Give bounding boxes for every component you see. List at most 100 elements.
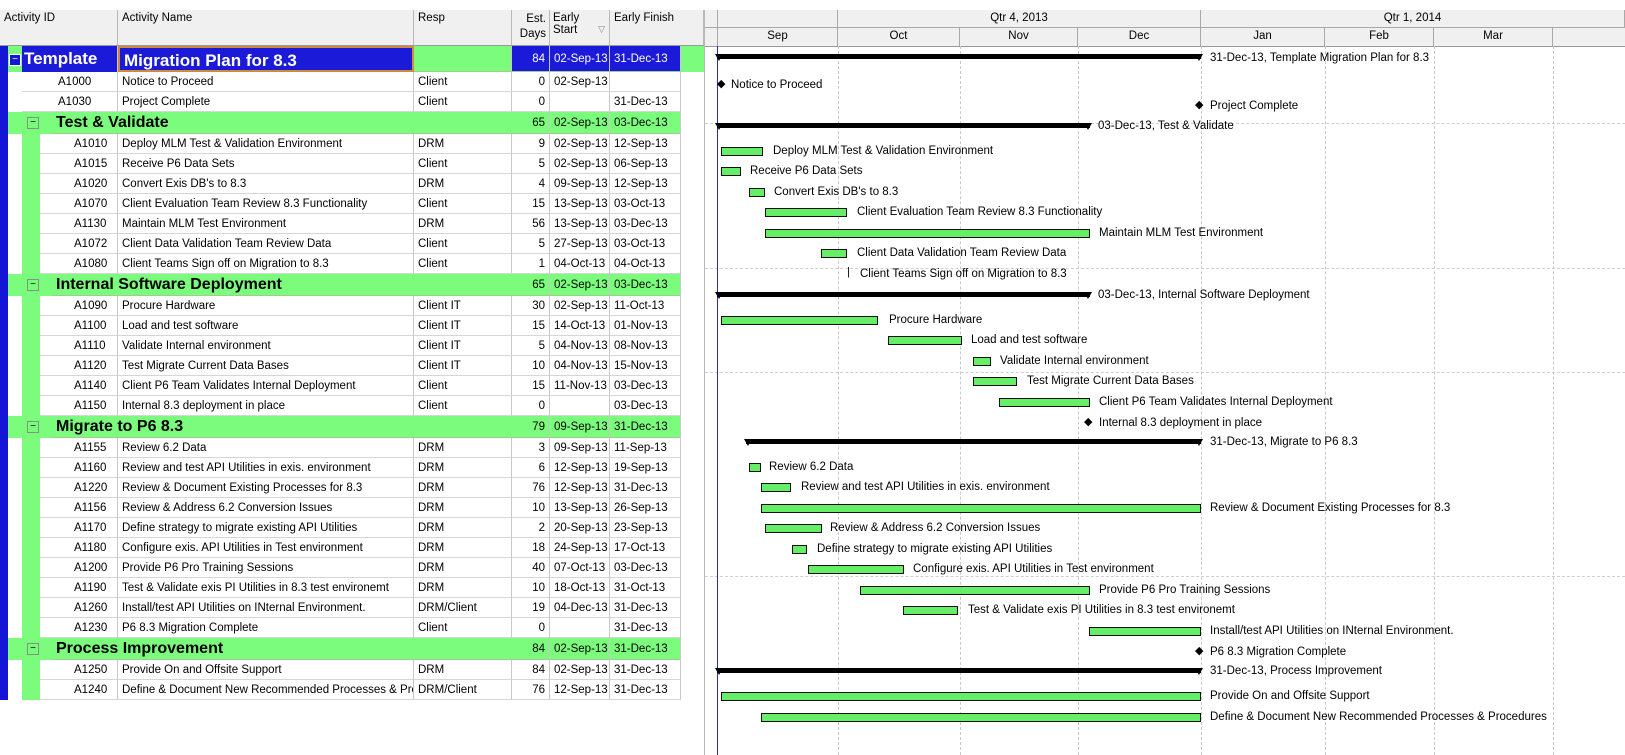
gridline-mar [1434,46,1435,755]
milestone-diamond-icon[interactable]: ◆ [717,78,725,90]
bar-a1160[interactable] [761,483,791,492]
summary-bar-process[interactable] [717,668,1201,673]
col-header-est-days[interactable]: Est. Days [512,10,550,46]
wbs-group-row[interactable]: − Process Improvement 84 02-Sep-13 31-Dec-13 [0,638,704,660]
table-row[interactable]: A1000 Notice to Proceed Client 0 02-Sep-13 [0,72,704,92]
bar-a1260[interactable] [1089,627,1201,636]
collapse-icon[interactable]: − [27,643,39,655]
row-accent-bar [0,638,8,660]
bar-a1100[interactable] [888,336,962,345]
table-row[interactable]: A1110 Validate Internal environment Client… [0,336,704,356]
activity-name: Test & Validate exis PI Utilities in 8.3… [118,578,414,598]
bar-a1015[interactable] [721,167,741,176]
gantt-chart[interactable]: Qtr 4, 2013 Qtr 1, 2014 Sep Oct Nov Dec … [705,10,1625,755]
bar-a1170[interactable] [792,545,807,554]
table-row[interactable]: A1170 Define strategy to migrate existing… [0,518,704,538]
bar-a1020[interactable] [749,188,765,197]
activity-days: 76 [512,478,550,498]
table-row[interactable]: A1072 Client Data Validation Team Review … [0,234,704,254]
row-accent-bar [0,478,8,498]
table-row[interactable]: A1030 Project Complete Client 0 31-Dec-13 [0,92,704,112]
milestone-diamond-icon[interactable]: ◆ [1195,99,1203,111]
bar-a1156[interactable] [765,524,822,533]
wbs-indent-band [22,134,40,154]
summary-bar-test-validate[interactable] [717,123,1090,128]
table-row[interactable]: A1015 Receive P6 Data Sets Client 5 02-Sep-1… [0,154,704,174]
table-row[interactable]: A1150 Internal 8.3 deployment in place Cli… [0,396,704,416]
bar-a1070[interactable] [765,208,847,217]
project-row[interactable]: − Template Migration Plan for 8.3 84 02-Sep-… [0,46,704,72]
milestone-diamond-icon[interactable]: ◆ [1084,416,1092,428]
activity-table[interactable]: Activity ID Activity Name Resp Est. Days … [0,10,705,755]
col-header-activity-name[interactable]: Activity Name [118,10,414,46]
bar-a1090[interactable] [721,316,878,325]
table-row[interactable]: A1090 Procure Hardware Client IT 30 02-Sep-1… [0,296,704,316]
bar-a1250[interactable] [721,692,1201,701]
activity-finish [610,72,681,92]
table-row[interactable]: A1120 Test Migrate Current Data Bases Clie… [0,356,704,376]
bar-a1220[interactable] [761,504,1201,513]
project-resp [414,46,512,72]
bar-a1140[interactable] [999,398,1090,407]
table-row[interactable]: A1070 Client Evaluation Team Review 8.3 F… [0,194,704,214]
bar-a1080[interactable]: | [847,266,850,278]
table-row[interactable]: A1180 Configure exis. API Utilities in Te… [0,538,704,558]
summary-bar-project[interactable] [717,54,1201,59]
table-row[interactable]: A1190 Test & Validate exis PI Utilities i… [0,578,704,598]
table-row[interactable]: A1140 Client P6 Team Validates Internal D… [0,376,704,396]
activity-start: 12-Sep-13 [550,680,610,700]
label-a1150: Internal 8.3 deployment in place [1099,417,1263,429]
table-row[interactable]: A1250 Provide On and Offsite Support DRM 84… [0,660,704,680]
milestone-diamond-icon[interactable]: ◆ [1195,645,1203,657]
collapse-icon[interactable]: − [27,279,39,291]
activity-resp: DRM [414,538,512,558]
bar-a1110[interactable] [973,357,991,366]
table-row[interactable]: A1200 Provide P6 Pro Training Sessions DRM… [0,558,704,578]
collapse-icon[interactable]: − [9,54,21,66]
table-row[interactable]: A1240 Define & Document New Recommended P… [0,680,704,700]
col-header-activity-id[interactable]: Activity ID [0,10,118,46]
wbs-indent-band [22,458,40,478]
col-header-early-finish[interactable]: Early Finish [610,10,704,46]
col-header-early-start[interactable]: Early Start ▽ [550,10,610,46]
table-row[interactable]: A1160 Review and test API Utilities in ex… [0,458,704,478]
collapse-icon[interactable]: − [27,117,39,129]
table-row[interactable]: A1220 Review & Document Existing Processe… [0,478,704,498]
label-a1130: Maintain MLM Test Environment [1099,227,1264,239]
table-row[interactable]: A1100 Load and test software Client IT 15 14… [0,316,704,336]
wbs-group-row[interactable]: − Internal Software Deployment 65 02-Sep-13… [0,274,704,296]
summary-bar-migrate[interactable] [746,439,1201,444]
summary-bar-internal[interactable] [717,292,1090,297]
bar-a1240[interactable] [761,713,1201,722]
table-row[interactable]: A1230 P6 8.3 Migration Complete Client 0 31-… [0,618,704,638]
bar-a1120[interactable] [973,377,1017,386]
wbs-group-name: Process Improvement [52,638,414,660]
collapse-icon[interactable]: − [27,421,39,433]
table-row[interactable]: A1156 Review & Address 6.2 Conversion Iss… [0,498,704,518]
bar-a1072[interactable] [821,249,847,258]
bar-a1010[interactable] [721,147,763,156]
activity-name: Project Complete [118,92,414,112]
activity-name: Configure exis. API Utilities in Test en… [118,538,414,558]
col-header-resp[interactable]: Resp [414,10,512,46]
project-name[interactable]: Migration Plan for 8.3 [118,46,414,72]
table-row[interactable]: A1260 Install/test API Utilities on INter… [0,598,704,618]
bar-a1155[interactable] [749,463,761,472]
wbs-group-row[interactable]: − Migrate to P6 8.3 79 09-Sep-13 31-Dec-13 [0,416,704,438]
bar-a1180[interactable] [808,565,904,574]
bar-a1200[interactable] [860,586,1090,595]
row-accent-bar [0,72,8,92]
table-row[interactable]: A1010 Deploy MLM Test & Validation Enviro… [0,134,704,154]
table-row[interactable]: A1020 Convert Exis DB's to 8.3 DRM 4 09-Sep-… [0,174,704,194]
label-a1010: Deploy MLM Test & Validation Environment [773,145,994,157]
row-accent-bar [0,46,8,72]
bar-a1130[interactable] [765,229,1090,238]
table-row[interactable]: A1130 Maintain MLM Test Environment DRM 56 1… [0,214,704,234]
label-project-summary: 31-Dec-13, Template Migration Plan for 8… [1210,52,1430,64]
table-row[interactable]: A1155 Review 6.2 Data DRM 3 09-Sep-13 11-Sep-… [0,438,704,458]
wbs-group-row[interactable]: − Test & Validate 65 02-Sep-13 03-Dec-13 [0,112,704,134]
activity-days: 5 [512,234,550,254]
activity-id: A1010 [40,134,118,154]
table-row[interactable]: A1080 Client Teams Sign off on Migration … [0,254,704,274]
bar-a1190[interactable] [903,606,958,615]
